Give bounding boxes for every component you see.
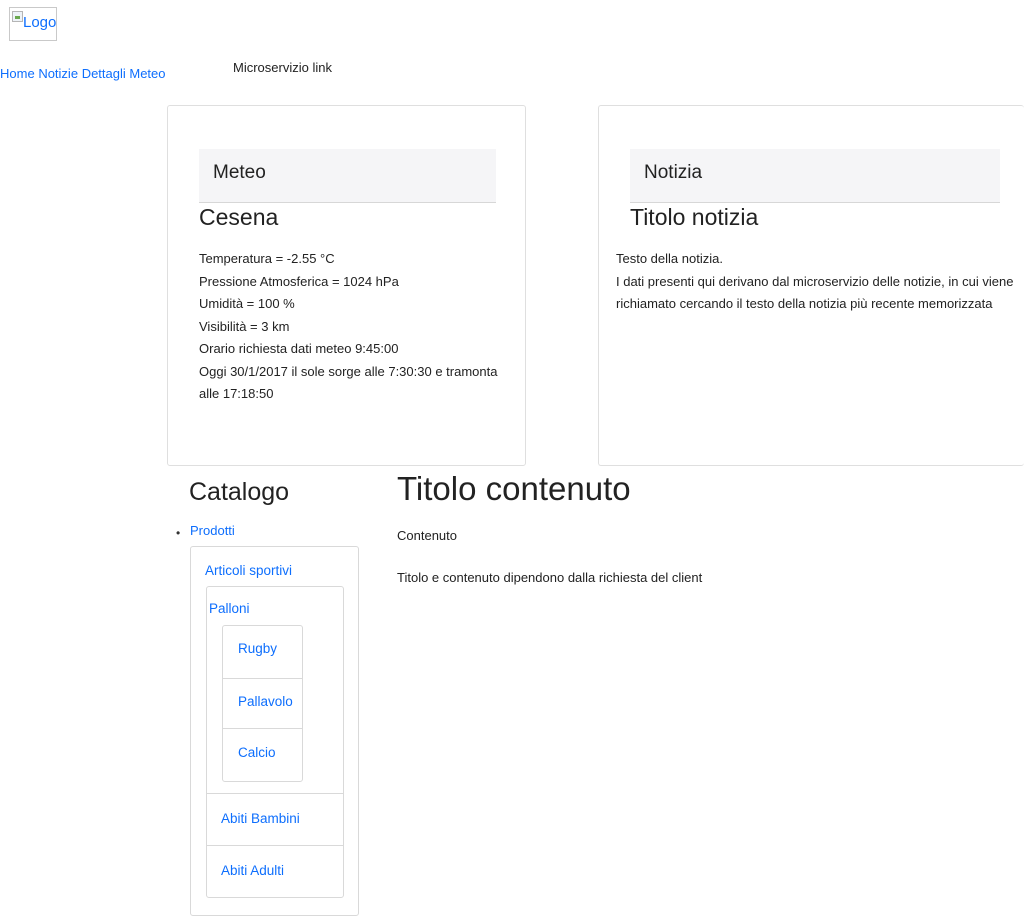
notizia-text: Testo della notizia. I dati presenti qui…	[616, 248, 1021, 316]
nav-link-microservizio[interactable]: Microservizio link	[233, 60, 332, 75]
divider	[207, 845, 343, 846]
meteo-details: Temperatura = -2.55 °C Pressione Atmosfe…	[199, 248, 509, 406]
nav-link-dettagli-meteo[interactable]: Dettagli Meteo	[82, 66, 166, 81]
divider	[223, 728, 302, 729]
notizia-card: Notizia Titolo notizia Testo della notiz…	[598, 105, 1024, 466]
meteo-card: Meteo Cesena Temperatura = -2.55 °C Pres…	[167, 105, 526, 466]
catalog-abiti-adulti-link[interactable]: Abiti Adulti	[221, 863, 284, 878]
catalog-abiti-bambini-link[interactable]: Abiti Bambini	[221, 811, 300, 826]
notizia-line: I dati presenti qui derivano dal microse…	[616, 273, 1014, 289]
list-bullet: •	[176, 526, 181, 540]
meteo-city: Cesena	[199, 204, 279, 230]
meteo-sunset-time: alle 17:18:50	[199, 386, 274, 401]
catalog-item-rugby[interactable]: Rugby	[238, 641, 277, 656]
notizia-line: Testo della notizia.	[616, 251, 723, 266]
meteo-card-header: Meteo	[199, 149, 496, 203]
content-text: Titolo e contenuto dipendono dalla richi…	[397, 570, 703, 585]
catalog-item-pallavolo[interactable]: Pallavolo	[238, 694, 293, 709]
content-subtitle: Contenuto	[397, 528, 457, 543]
meteo-temperature: Temperatura = -2.55 °C	[199, 251, 335, 266]
catalog-palloni-box: Rugby Pallavolo Calcio	[222, 625, 303, 782]
catalog-item-calcio[interactable]: Calcio	[238, 745, 276, 760]
catalog-title: Catalogo	[189, 478, 290, 506]
catalog-prodotti-box: Articoli sportivi Palloni Rugby Pallavol…	[190, 546, 359, 916]
nav-link-home[interactable]: Home	[0, 66, 35, 81]
meteo-humidity: Umidità = 100 %	[199, 296, 295, 311]
nav-link-notizie[interactable]: Notizie	[38, 66, 78, 81]
broken-image-icon	[12, 11, 23, 22]
meteo-visibility: Visibilità = 3 km	[199, 318, 290, 334]
meteo-sunrise-sunset: Oggi 30/1/2017 il sole sorge alle 7:30:3…	[199, 363, 498, 379]
divider	[207, 793, 343, 794]
catalog-articoli-box: Palloni Rugby Pallavolo Calcio Abiti Bam…	[206, 586, 344, 898]
notizia-title: Titolo notizia	[630, 204, 759, 230]
divider	[223, 678, 302, 679]
catalog-articoli-sportivi-link[interactable]: Articoli sportivi	[205, 563, 292, 578]
notizia-card-header: Notizia	[630, 149, 1000, 203]
catalog-palloni-link[interactable]: Palloni	[209, 601, 250, 616]
catalog-prodotti-link[interactable]: Prodotti	[190, 523, 235, 538]
content-title: Titolo contenuto	[397, 470, 631, 507]
meteo-pressure: Pressione Atmosferica = 1024 hPa	[199, 273, 399, 289]
top-nav: Home Notizie Dettagli Meteo Microservizi…	[0, 60, 332, 81]
logo-image: Logo	[9, 7, 57, 41]
notizia-line: richiamato cercando il testo della notiz…	[616, 296, 993, 311]
logo-alt-text: Logo	[23, 14, 57, 31]
meteo-request-time: Orario richiesta dati meteo 9:45:00	[199, 341, 399, 356]
